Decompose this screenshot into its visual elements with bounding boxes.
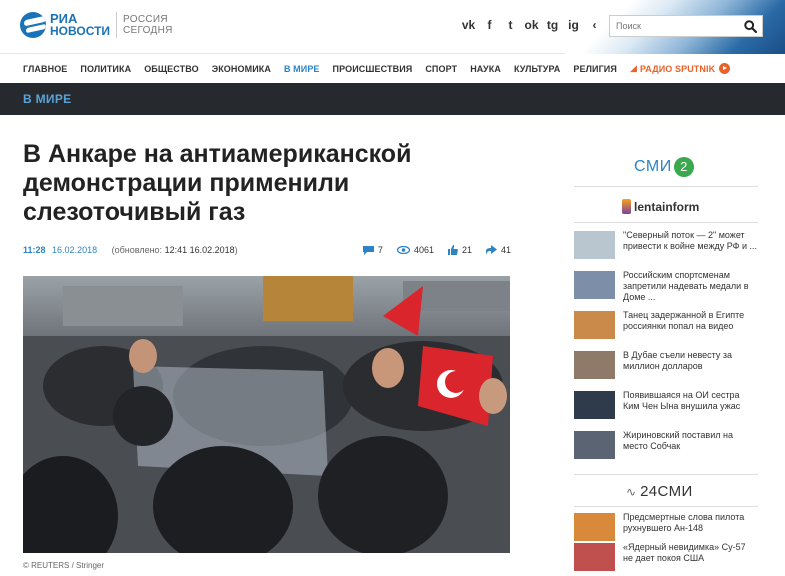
lentainform-label: lentainform — [634, 199, 700, 214]
search-button[interactable] — [738, 16, 762, 36]
odnoklassniki-icon[interactable]: ok — [521, 17, 542, 33]
nav-item-5[interactable]: В МИРЕ — [284, 64, 320, 74]
news-thumbnail[interactable] — [574, 391, 615, 419]
rossiya-segodnya-logo: РОССИЯ СЕГОДНЯ — [123, 14, 173, 36]
instagram-icon[interactable]: ig — [563, 17, 584, 33]
facebook-icon[interactable]: f — [479, 17, 500, 33]
photo-caption: © REUTERS / Stringer — [23, 561, 105, 570]
news-headline[interactable]: Предсмертные слова пилота рухнувшего Ан-… — [623, 512, 758, 534]
twitter-icon[interactable]: t — [500, 17, 521, 33]
news-thumbnail[interactable] — [574, 543, 615, 571]
nav-radio-sputnik[interactable]: ◢ РАДИО SPUTNIK — [629, 63, 731, 74]
eye-icon — [396, 246, 410, 254]
article-date[interactable]: 16.02.2018 — [52, 245, 97, 255]
sidebar-divider — [574, 222, 758, 223]
section-bar: В МИРЕ — [0, 83, 785, 115]
social-links: vk f t ok tg ig ‹ — [458, 17, 605, 33]
news-headline[interactable]: "Северный поток — 2" может привести к во… — [623, 230, 758, 252]
sidebar-divider — [574, 506, 758, 507]
article-updated: (обновлено: 12:41 16.02.2018) — [111, 245, 238, 255]
news-headline[interactable]: Жириновский поставил на место Собчак — [623, 430, 758, 452]
section-title[interactable]: В МИРЕ — [23, 92, 71, 106]
news-item[interactable]: Танец задержанной в Египте россиянки поп… — [574, 310, 758, 344]
logo-news-text: НОВОСТИ — [50, 24, 111, 38]
telegram-icon[interactable]: tg — [542, 17, 563, 33]
views-count: 4061 — [396, 245, 434, 255]
logo-divider — [116, 12, 118, 38]
nav-item-2[interactable]: ПОЛИТИКА — [80, 64, 131, 74]
comment-icon — [362, 245, 374, 255]
news-item[interactable]: Жириновский поставил на место Собчак — [574, 430, 758, 464]
comments-count[interactable]: 7 — [362, 245, 383, 255]
nav-item-9[interactable]: КУЛЬТУРА — [514, 64, 560, 74]
nav-item-6[interactable]: ПРОИСШЕСТВИЯ — [333, 64, 413, 74]
article-stats: 7 4061 21 41 — [362, 245, 511, 255]
nav-item-8[interactable]: НАУКА — [470, 64, 501, 74]
sidebar: СМИ 2 lentainform "Северный поток — 2" м… — [574, 150, 758, 576]
article-meta: 11:28 16.02.2018 (обновлено: 12:41 16.02… — [23, 245, 511, 259]
site-header: РИА НОВОСТИ РОССИЯ СЕГОДНЯ vk f t ok tg ig ‹ — [0, 0, 785, 54]
smi2-label: СМИ — [634, 158, 672, 175]
nav-list: ГЛАВНОЕ ПОЛИТИКА ОБЩЕСТВО ЭКОНОМИКА В МИРЕ ПР… — [0, 54, 785, 83]
news-item[interactable]: Российским спортсменам запретили надеват… — [574, 270, 758, 304]
news-headline[interactable]: Российским спортсменам запретили надеват… — [623, 270, 758, 303]
article-updated-value: 12:41 16.02.2018 — [164, 245, 235, 255]
news-item[interactable]: «Ядерный невидимка» Су-57 не дает покоя … — [574, 542, 758, 576]
smi2-widget-logo[interactable]: СМИ 2 — [634, 157, 694, 177]
article-photo[interactable] — [23, 276, 510, 553]
main-nav: ГЛАВНОЕ ПОЛИТИКА ОБЩЕСТВО ЭКОНОМИКА В МИРЕ ПР… — [0, 54, 785, 83]
news-thumbnail[interactable] — [574, 231, 615, 259]
likes-count[interactable]: 21 — [447, 245, 472, 255]
news-item[interactable]: Предсмертные слова пилота рухнувшего Ан-… — [574, 512, 758, 546]
news-thumbnail[interactable] — [574, 311, 615, 339]
ria-logo-icon — [20, 12, 46, 38]
share-arrow-icon — [485, 245, 497, 255]
thumbs-up-icon — [447, 245, 458, 255]
search-icon — [743, 19, 757, 33]
lentainform-icon — [622, 199, 631, 214]
news-thumbnail[interactable] — [574, 513, 615, 541]
article-time[interactable]: 11:28 — [23, 245, 46, 255]
news-item[interactable]: В Дубае съели невесту за миллион долларо… — [574, 350, 758, 384]
news-headline[interactable]: Танец задержанной в Египте россиянки поп… — [623, 310, 758, 332]
nav-item-1[interactable]: ГЛАВНОЕ — [23, 64, 67, 74]
vk-icon[interactable]: vk — [458, 17, 479, 33]
news-headline[interactable]: В Дубае съели невесту за миллион долларо… — [623, 350, 758, 372]
nav-item-7[interactable]: СПОРТ — [425, 64, 457, 74]
lentainform-logo[interactable]: lentainform — [622, 199, 699, 214]
news-thumbnail[interactable] — [574, 351, 615, 379]
sidebar-divider — [574, 186, 758, 187]
news-thumbnail[interactable] — [574, 431, 615, 459]
smi24-widget-logo[interactable]: ∿ 24СМИ — [626, 483, 693, 500]
radio-label: РАДИО SPUTNIK — [639, 63, 716, 74]
search-box — [609, 15, 763, 37]
shares-count[interactable]: 41 — [485, 245, 511, 255]
nav-item-3[interactable]: ОБЩЕСТВО — [144, 64, 199, 74]
play-icon — [719, 63, 731, 74]
news-headline[interactable]: Появившаяся на ОИ сестра Ким Чен Ына вну… — [623, 390, 758, 412]
sidebar-divider — [574, 474, 758, 475]
news-headline[interactable]: «Ядерный невидимка» Су-57 не дает покоя … — [623, 542, 758, 564]
news-item[interactable]: "Северный поток — 2" может привести к во… — [574, 230, 758, 264]
nav-item-10[interactable]: РЕЛИГИЯ — [573, 64, 617, 74]
ria-logo[interactable]: РИА НОВОСТИ РОССИЯ СЕГОДНЯ — [20, 12, 173, 38]
article-headline: В Анкаре на антиамериканской демонстраци… — [23, 140, 412, 226]
share-icon[interactable]: ‹ — [584, 17, 605, 33]
pulse-icon: ∿ — [626, 484, 637, 499]
radio-icon: ◢ — [629, 63, 637, 73]
smi2-badge: 2 — [673, 157, 694, 177]
protest-photo-illustration — [23, 276, 510, 553]
search-input[interactable] — [610, 16, 738, 36]
smi24-label: 24СМИ — [640, 483, 693, 500]
news-item[interactable]: Появившаяся на ОИ сестра Ким Чен Ына вну… — [574, 390, 758, 424]
nav-item-4[interactable]: ЭКОНОМИКА — [212, 64, 271, 74]
news-thumbnail[interactable] — [574, 271, 615, 299]
